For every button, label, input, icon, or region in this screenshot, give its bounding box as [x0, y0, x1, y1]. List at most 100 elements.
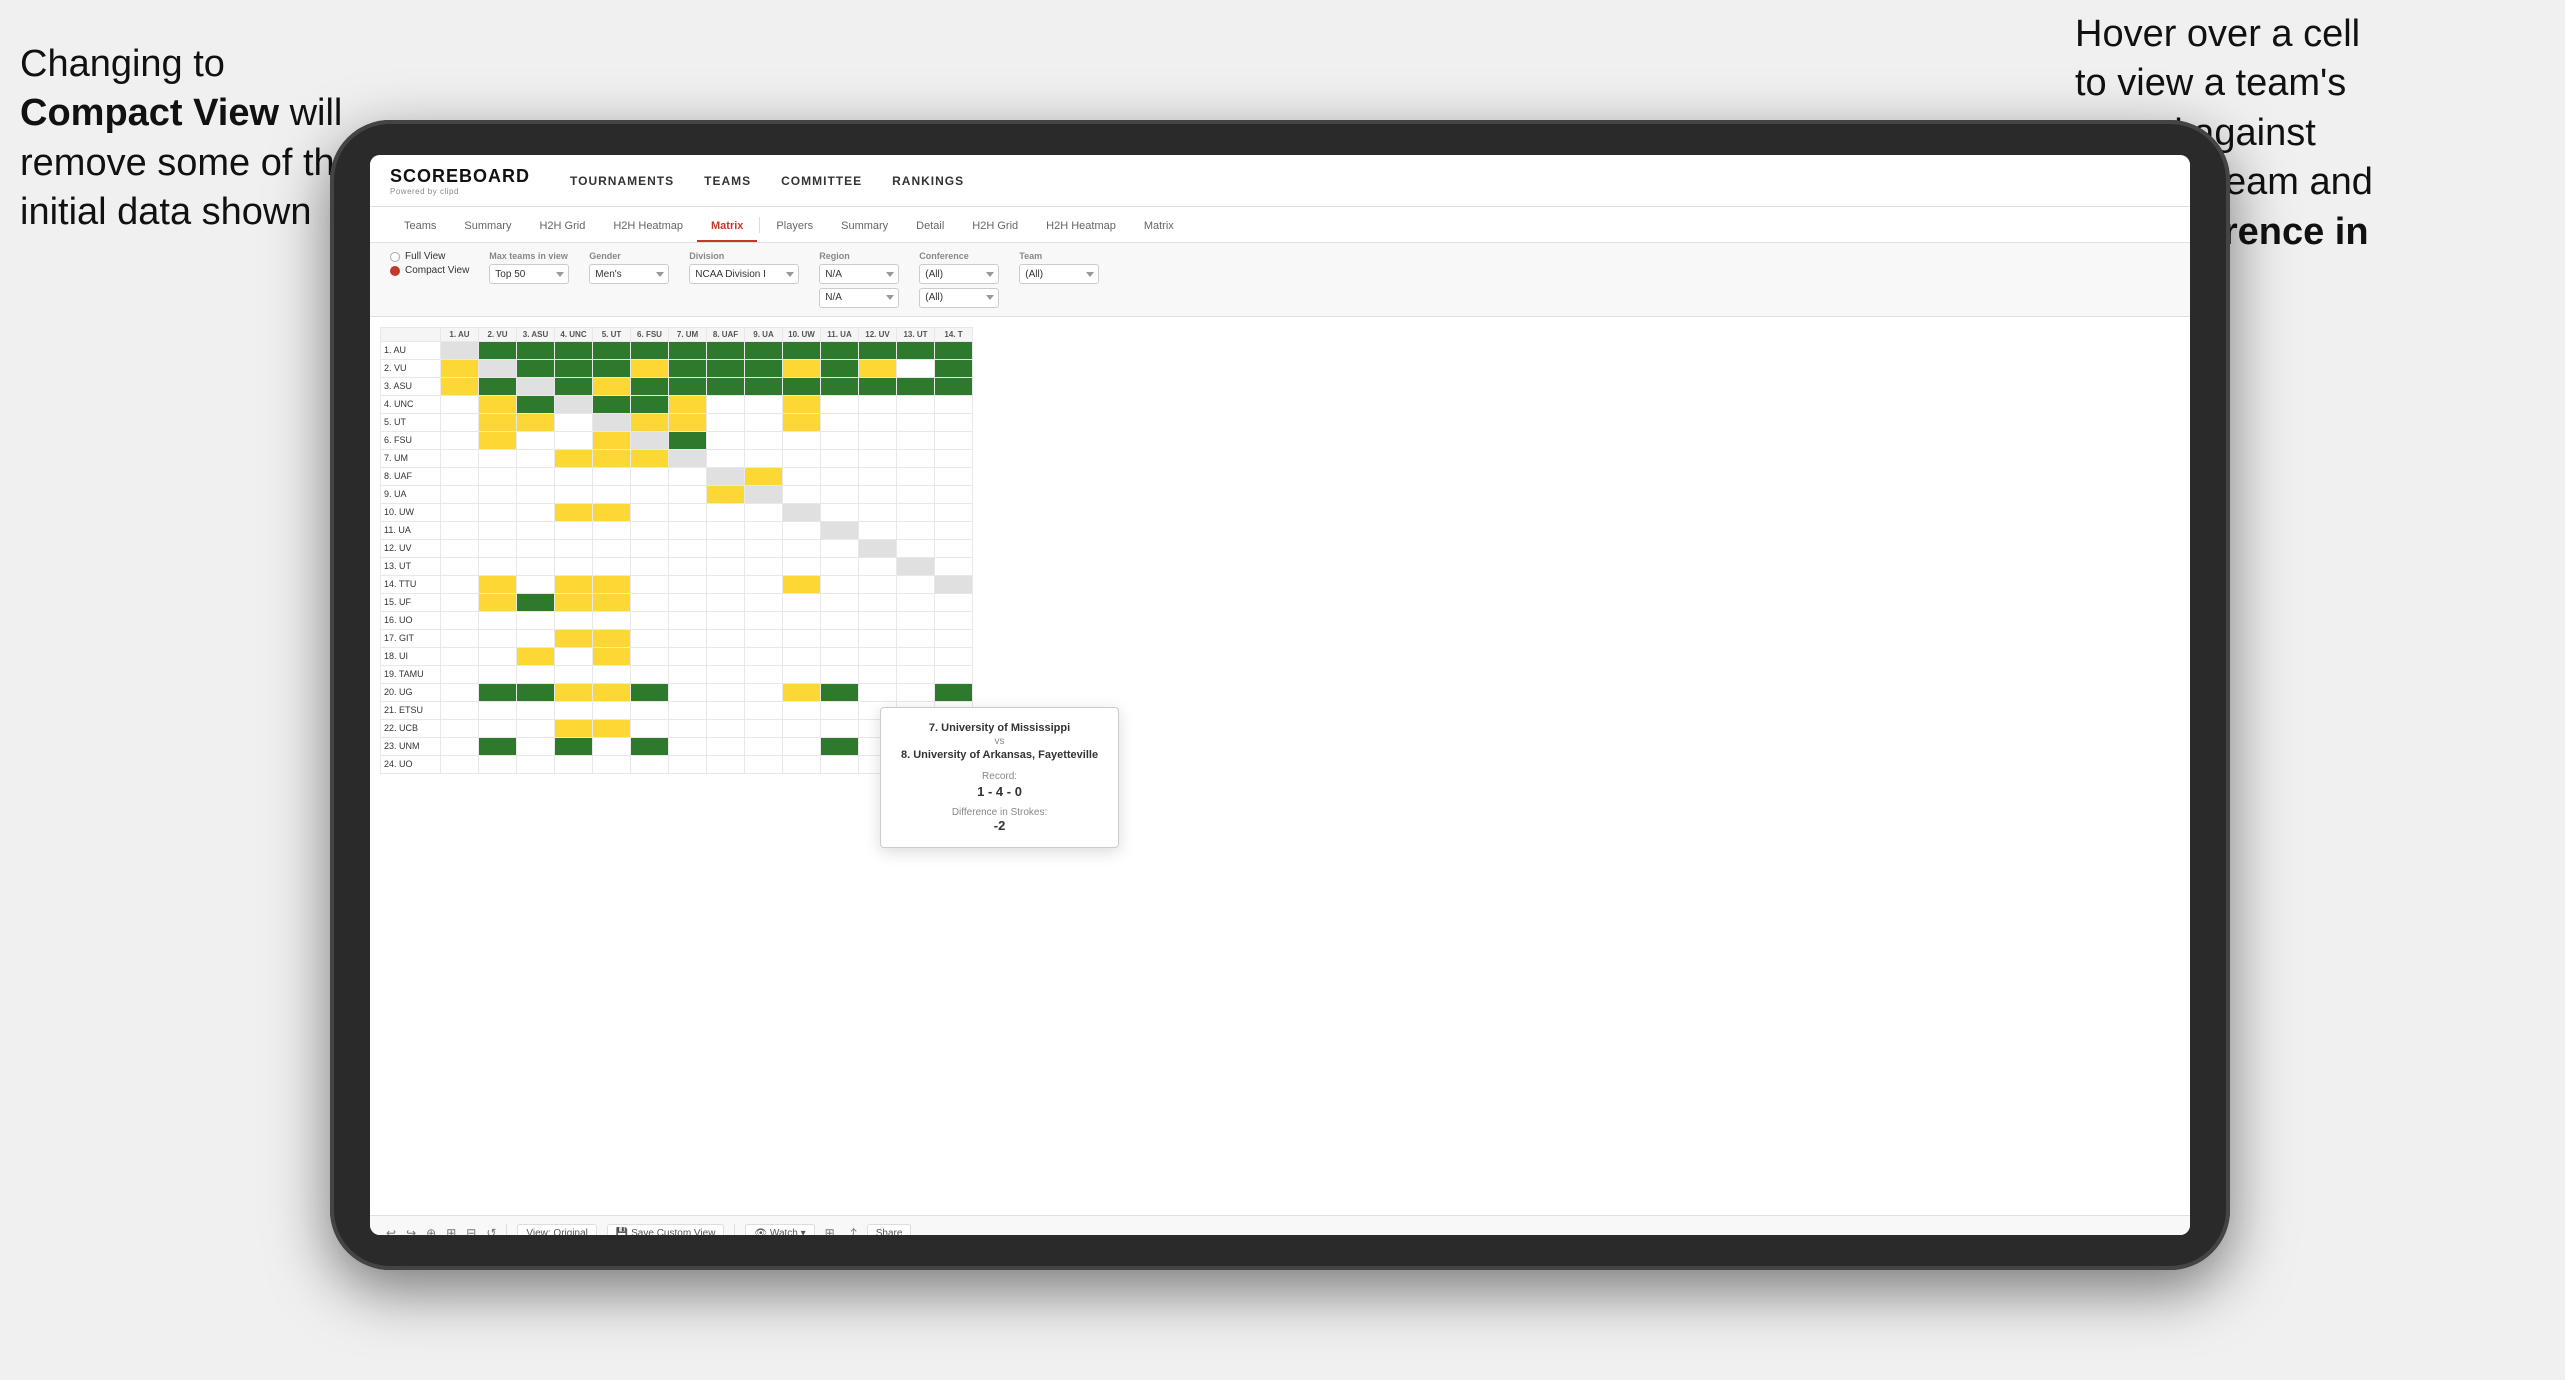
matrix-cell[interactable] [593, 755, 631, 773]
matrix-cell[interactable] [745, 701, 783, 719]
matrix-cell[interactable] [479, 683, 517, 701]
matrix-cell[interactable] [859, 629, 897, 647]
matrix-cell[interactable] [935, 575, 973, 593]
matrix-cell[interactable] [517, 395, 555, 413]
matrix-cell[interactable] [859, 467, 897, 485]
matrix-cell[interactable] [479, 413, 517, 431]
full-view-radio[interactable] [390, 252, 400, 262]
matrix-cell[interactable] [707, 647, 745, 665]
tab-summary[interactable]: Summary [450, 212, 525, 242]
matrix-cell[interactable] [783, 521, 821, 539]
matrix-cell[interactable] [897, 359, 935, 377]
matrix-cell[interactable] [783, 629, 821, 647]
matrix-cell[interactable] [631, 395, 669, 413]
matrix-cell[interactable] [517, 701, 555, 719]
matrix-cell[interactable] [441, 467, 479, 485]
matrix-cell[interactable] [821, 359, 859, 377]
matrix-cell[interactable] [593, 377, 631, 395]
matrix-cell[interactable] [897, 575, 935, 593]
matrix-cell[interactable] [859, 341, 897, 359]
matrix-cell[interactable] [669, 593, 707, 611]
matrix-cell[interactable] [669, 467, 707, 485]
matrix-cell[interactable] [441, 557, 479, 575]
matrix-cell[interactable] [517, 521, 555, 539]
matrix-cell[interactable] [669, 521, 707, 539]
matrix-cell[interactable] [555, 719, 593, 737]
matrix-cell[interactable] [479, 647, 517, 665]
matrix-cell[interactable] [441, 485, 479, 503]
matrix-cell[interactable] [631, 521, 669, 539]
matrix-cell[interactable] [555, 431, 593, 449]
matrix-cell[interactable] [707, 503, 745, 521]
matrix-cell[interactable] [479, 503, 517, 521]
matrix-cell[interactable] [745, 431, 783, 449]
matrix-cell[interactable] [707, 629, 745, 647]
matrix-cell[interactable] [859, 665, 897, 683]
matrix-cell[interactable] [859, 557, 897, 575]
matrix-cell[interactable] [783, 647, 821, 665]
matrix-cell[interactable] [783, 719, 821, 737]
matrix-cell[interactable] [897, 539, 935, 557]
matrix-cell[interactable] [897, 413, 935, 431]
conference-select[interactable]: (All) [919, 264, 999, 284]
matrix-area[interactable]: 1. AU 2. VU 3. ASU 4. UNC 5. UT 6. FSU 7… [370, 317, 2190, 1215]
matrix-cell[interactable] [821, 611, 859, 629]
matrix-cell[interactable] [479, 629, 517, 647]
matrix-cell[interactable] [783, 755, 821, 773]
matrix-cell[interactable] [631, 683, 669, 701]
matrix-cell[interactable] [707, 701, 745, 719]
matrix-cell[interactable] [631, 467, 669, 485]
matrix-cell[interactable] [935, 629, 973, 647]
tool2-icon[interactable]: ⊞ [446, 1226, 456, 1235]
matrix-cell[interactable] [897, 377, 935, 395]
matrix-cell[interactable] [593, 485, 631, 503]
matrix-cell[interactable] [669, 557, 707, 575]
matrix-cell[interactable] [631, 359, 669, 377]
matrix-cell[interactable] [821, 647, 859, 665]
matrix-cell[interactable] [859, 575, 897, 593]
matrix-cell[interactable] [517, 413, 555, 431]
matrix-cell[interactable] [555, 395, 593, 413]
matrix-cell[interactable] [441, 503, 479, 521]
matrix-cell[interactable] [935, 521, 973, 539]
matrix-cell[interactable] [479, 395, 517, 413]
matrix-cell[interactable] [669, 755, 707, 773]
matrix-cell[interactable] [783, 431, 821, 449]
region-select-2[interactable]: N/A [819, 288, 899, 308]
matrix-cell[interactable] [783, 413, 821, 431]
share-icon[interactable]: ⤴ [845, 1225, 857, 1236]
grid-icon[interactable]: ⊞ [825, 1226, 835, 1235]
matrix-cell[interactable] [821, 629, 859, 647]
matrix-cell[interactable] [517, 341, 555, 359]
gender-select[interactable]: Men's [589, 264, 669, 284]
full-view-option[interactable]: Full View [390, 251, 469, 262]
matrix-cell[interactable] [707, 359, 745, 377]
matrix-cell[interactable] [593, 359, 631, 377]
matrix-cell[interactable] [669, 503, 707, 521]
matrix-cell[interactable] [745, 413, 783, 431]
matrix-cell[interactable] [479, 485, 517, 503]
matrix-cell[interactable] [821, 539, 859, 557]
matrix-cell[interactable] [631, 593, 669, 611]
matrix-cell[interactable] [745, 647, 783, 665]
watch-btn[interactable]: 👁 Watch ▾ [745, 1224, 814, 1236]
matrix-cell[interactable] [593, 503, 631, 521]
matrix-cell[interactable] [441, 359, 479, 377]
matrix-cell[interactable] [631, 377, 669, 395]
share-btn[interactable]: Share [867, 1224, 912, 1236]
matrix-cell[interactable] [555, 683, 593, 701]
nav-tournaments[interactable]: TOURNAMENTS [570, 174, 674, 188]
matrix-cell[interactable] [631, 341, 669, 359]
tab-matrix[interactable]: Matrix [697, 212, 757, 242]
matrix-cell[interactable] [517, 485, 555, 503]
matrix-cell[interactable] [517, 719, 555, 737]
matrix-cell[interactable] [745, 593, 783, 611]
matrix-cell[interactable] [517, 467, 555, 485]
matrix-cell[interactable] [441, 413, 479, 431]
matrix-cell[interactable] [745, 395, 783, 413]
matrix-cell[interactable] [821, 395, 859, 413]
matrix-cell[interactable] [821, 521, 859, 539]
matrix-cell[interactable] [897, 503, 935, 521]
matrix-cell[interactable] [745, 449, 783, 467]
matrix-cell[interactable] [555, 737, 593, 755]
